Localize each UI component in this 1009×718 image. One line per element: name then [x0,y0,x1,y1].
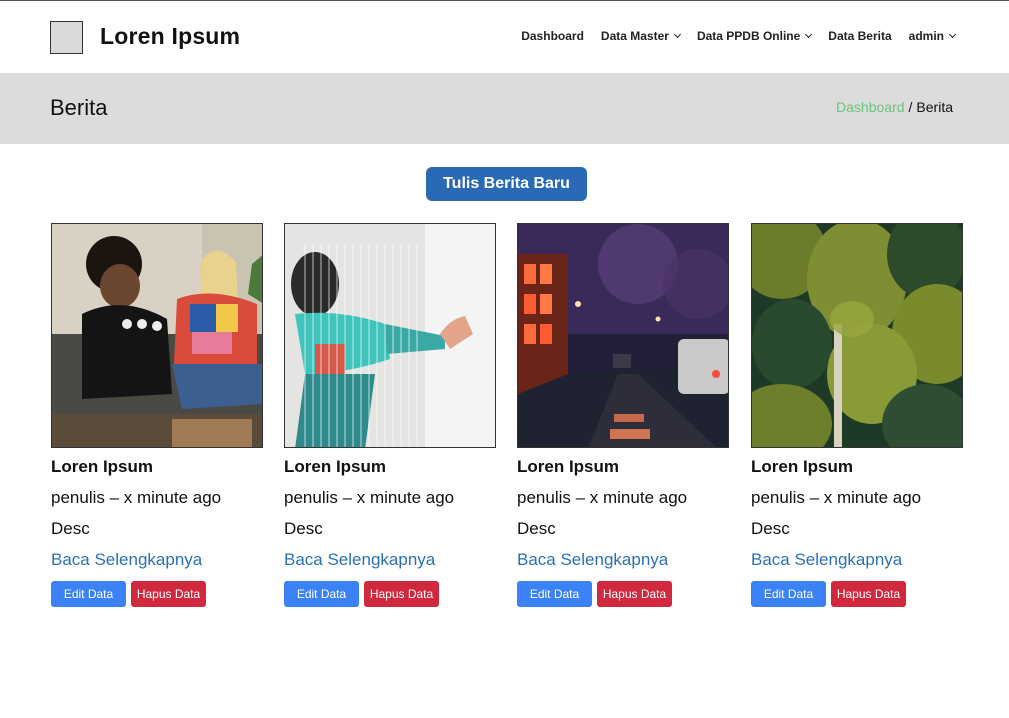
chevron-down-icon [948,30,957,39]
news-meta: penulis – x minute ago [51,488,222,507]
breadcrumb-current: Berita [916,99,953,115]
chevron-down-icon [673,30,681,39]
news-image[interactable] [751,223,963,448]
nav-label: Data PPDB Online [696,29,801,43]
nav-data-berita[interactable]: Data Berita [828,29,891,43]
news-card: Loren Ipsum penulis – x minute ago Desc … [51,223,263,607]
main-nav: Dashboard Data Master Data PPDB Online D… [521,29,957,43]
nav-dashboard[interactable]: Dashboard [521,29,584,43]
new-post-button[interactable]: Tulis Berita Baru [426,167,587,201]
news-card: Loren Ipsum penulis – x minute ago Desc … [517,223,729,607]
news-desc: Desc [751,519,790,538]
breadcrumb: Dashboard / Berita [836,99,953,115]
news-card: Loren Ipsum penulis – x minute ago Desc … [284,223,496,607]
read-more-link[interactable]: Baca Selengkapnya [51,550,202,570]
nav-label: Data Berita [828,29,892,43]
edit-button[interactable]: Edit Data [517,581,592,607]
delete-button[interactable]: Hapus Data [831,581,906,607]
news-meta: penulis – x minute ago [284,488,455,507]
edit-button[interactable]: Edit Data [751,581,826,607]
news-title: Loren Ipsum [51,457,154,476]
news-desc: Desc [51,519,90,538]
news-desc: Desc [517,519,556,538]
news-desc: Desc [284,519,323,538]
nav-label: Dashboard [521,29,584,43]
news-title: Loren Ipsum [517,457,620,476]
read-more-link[interactable]: Baca Selengkapnya [751,550,902,570]
navbar: Loren Ipsum Dashboard Data Master Data P… [0,1,1009,73]
nav-user-admin[interactable]: admin [908,29,957,43]
edit-button[interactable]: Edit Data [51,581,126,607]
breadcrumb-link-dashboard[interactable]: Dashboard [836,99,905,115]
read-more-link[interactable]: Baca Selengkapnya [517,550,668,570]
news-meta: penulis – x minute ago [517,488,688,507]
news-image[interactable] [517,223,729,448]
news-card: Loren Ipsum penulis – x minute ago Desc … [751,223,963,607]
nav-label: Data Master [600,29,669,43]
page-header: Berita Dashboard / Berita [0,73,1009,144]
delete-button[interactable]: Hapus Data [131,581,206,607]
page-title: Berita [50,95,108,120]
nav-label: admin [908,29,944,43]
news-meta: penulis – x minute ago [751,488,922,507]
logo-placeholder[interactable] [50,21,83,54]
brand-name[interactable]: Loren Ipsum [100,23,240,50]
nav-data-ppdb-online[interactable]: Data PPDB Online [696,29,813,43]
news-image[interactable] [51,223,263,448]
news-image[interactable] [284,223,496,448]
delete-button[interactable]: Hapus Data [364,581,439,607]
breadcrumb-separator: / [908,99,913,115]
read-more-link[interactable]: Baca Selengkapnya [284,550,435,570]
delete-button[interactable]: Hapus Data [597,581,672,607]
news-title: Loren Ipsum [751,457,854,476]
news-title: Loren Ipsum [284,457,387,476]
nav-data-master[interactable]: Data Master [600,29,681,43]
chevron-down-icon [805,30,813,39]
edit-button[interactable]: Edit Data [284,581,359,607]
